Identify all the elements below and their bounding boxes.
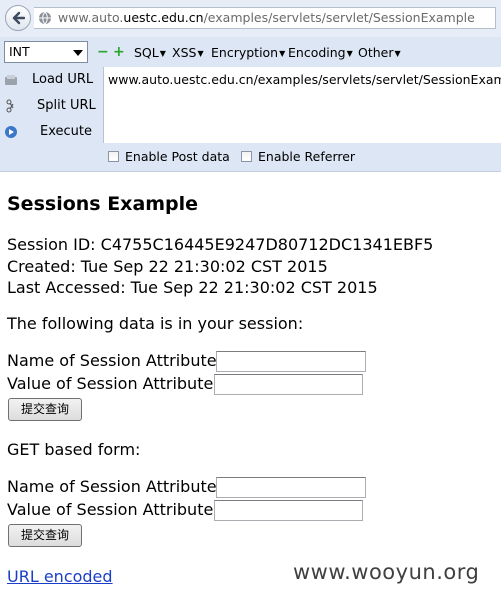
hackbar-panel: Load URL Split URL Execute www.auto.uest…	[0, 67, 501, 172]
load-url-icon	[5, 75, 17, 85]
plus-icon[interactable]: +	[113, 45, 125, 59]
menu-encryption[interactable]: Encryption▼	[211, 45, 285, 61]
page-title: Sessions Example	[7, 193, 199, 215]
hackbar-toolbar: INT − + SQL▼ XSS▼ Encryption▼ Encoding▼ …	[0, 37, 501, 67]
address-url: www.auto.uestc.edu.cn/examples/servlets/…	[58, 8, 475, 28]
split-url-button[interactable]: Split URL	[4, 96, 100, 116]
arrow-left-icon	[12, 11, 25, 25]
get-submit-button[interactable]: 提交查询	[8, 524, 82, 547]
get-value-label: Value of Session Attribute:	[7, 500, 219, 519]
menu-sql[interactable]: SQL▼	[134, 45, 166, 61]
menu-xss[interactable]: XSS▼	[172, 45, 204, 61]
value-label: Value of Session Attribute:	[7, 374, 219, 393]
injection-type-select[interactable]: INT	[4, 41, 88, 63]
enable-referrer-checkbox[interactable]	[241, 151, 252, 162]
back-button[interactable]	[5, 5, 31, 31]
watermark: www.wooyun.org	[293, 560, 480, 584]
get-name-label: Name of Session Attribute:	[7, 477, 222, 496]
get-form-label: GET based form:	[7, 440, 141, 459]
address-bar[interactable]: www.auto.uestc.edu.cn/examples/servlets/…	[34, 7, 496, 29]
post-name-input[interactable]	[216, 351, 366, 372]
name-label: Name of Session Attribute:	[7, 351, 222, 370]
get-name-input[interactable]	[216, 477, 366, 498]
url-encoded-link[interactable]: URL encoded	[7, 567, 113, 587]
url-textarea[interactable]: www.auto.uestc.edu.cn/examples/servlets/…	[103, 67, 501, 143]
url-host: uestc.edu.cn	[123, 10, 204, 25]
load-url-button[interactable]: Load URL	[4, 70, 100, 90]
post-value-input[interactable]	[214, 374, 363, 395]
minus-icon[interactable]: −	[97, 45, 109, 59]
chevron-down-icon	[73, 50, 83, 56]
enable-referrer-option[interactable]: Enable Referrer	[241, 150, 355, 164]
session-last-accessed: Last Accessed: Tue Sep 22 21:30:02 CST 2…	[7, 278, 378, 297]
play-icon	[5, 126, 17, 138]
session-data-intro: The following data is in your session:	[7, 314, 304, 333]
select-value: INT	[9, 44, 30, 59]
url-path: /examples/servlets/servlet/SessionExampl…	[203, 10, 475, 25]
url-textarea-value: www.auto.uestc.edu.cn/examples/servlets/…	[108, 72, 501, 87]
session-id: Session ID: C4755C16445E9247D80712DC1341…	[7, 235, 434, 254]
menu-other[interactable]: Other▼	[358, 45, 401, 61]
globe-icon	[39, 11, 51, 25]
get-value-input[interactable]	[214, 500, 363, 521]
menu-encoding[interactable]: Encoding▼	[288, 45, 353, 61]
browser-url-bar: www.auto.uestc.edu.cn/examples/servlets/…	[0, 0, 501, 38]
post-submit-button[interactable]: 提交查询	[8, 398, 82, 421]
execute-button[interactable]: Execute	[4, 122, 100, 142]
url-prefix: www.auto.	[58, 10, 124, 25]
scissors-icon	[6, 99, 14, 113]
enable-post-option[interactable]: Enable Post data	[108, 150, 230, 164]
session-created: Created: Tue Sep 22 21:30:02 CST 2015	[7, 257, 328, 276]
enable-post-checkbox[interactable]	[108, 151, 119, 162]
